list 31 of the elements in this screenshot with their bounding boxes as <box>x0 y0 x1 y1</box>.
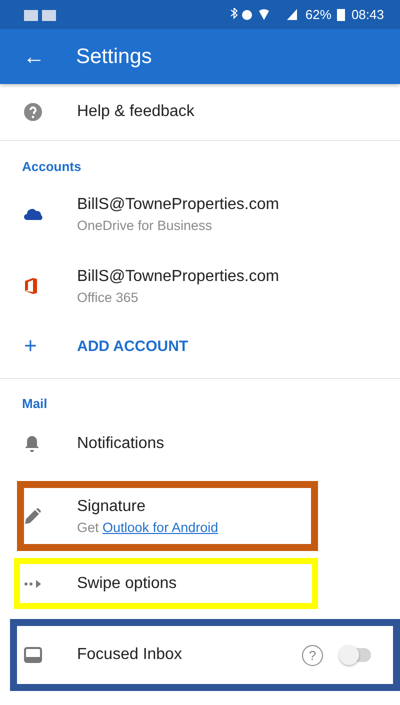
office-icon <box>24 277 38 295</box>
item-title[interactable]: BillS@TowneProperties.com <box>77 196 400 214</box>
help-feedback-item[interactable]: Help & feedback <box>77 103 194 121</box>
item-title[interactable]: Notifications <box>77 435 400 453</box>
inbox-icon <box>24 647 42 663</box>
help-icon <box>24 103 42 121</box>
help-icon[interactable]: ? <box>302 644 323 666</box>
item-title[interactable]: Focused Inbox <box>77 646 302 664</box>
battery-icon <box>337 8 346 21</box>
item-subtitle: Office 365 <box>77 290 140 304</box>
bell-icon <box>24 435 40 453</box>
cloud-icon <box>24 208 44 220</box>
item-subtitle: OneDrive for Business <box>77 218 214 232</box>
screen-title: Settings <box>76 44 152 68</box>
outlook-link[interactable]: Outlook for Android <box>102 520 218 534</box>
signal-icons <box>229 8 300 21</box>
section-header: Mail <box>21 395 48 411</box>
section-header: Accounts <box>21 158 82 174</box>
item-title[interactable]: BillS@TowneProperties.com <box>77 268 400 286</box>
item-title[interactable]: Swipe options <box>77 574 312 592</box>
add-account-button[interactable]: ADD ACCOUNT <box>77 338 188 354</box>
item-title[interactable]: Signature <box>77 498 311 516</box>
swipe-icon <box>24 580 42 588</box>
signature-subtitle: Get Outlook for Android <box>77 520 220 534</box>
notification-icons <box>24 8 58 20</box>
plus-icon: + <box>24 333 37 359</box>
focused-inbox-toggle[interactable] <box>341 648 371 662</box>
battery-percent: 62% <box>305 7 332 22</box>
pen-icon <box>24 507 42 525</box>
back-button[interactable]: ← <box>22 44 46 70</box>
clock: 08:43 <box>351 7 384 22</box>
